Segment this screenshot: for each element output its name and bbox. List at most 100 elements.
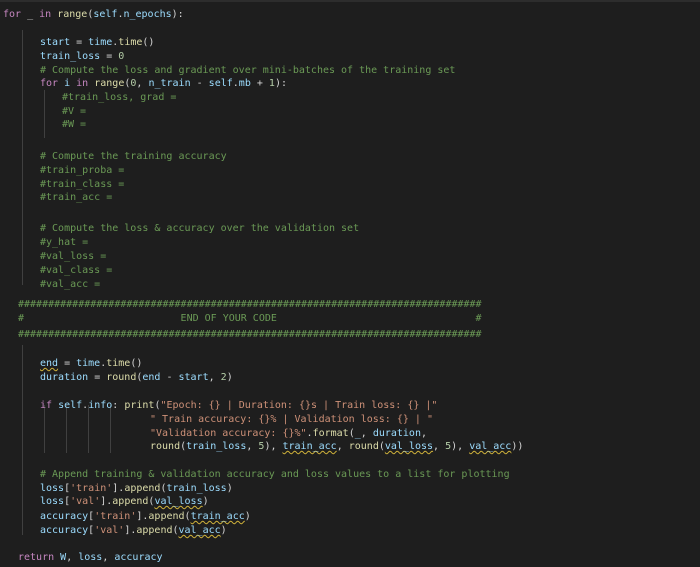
code-token: 'train' bbox=[70, 483, 113, 494]
code-line[interactable]: ########################################… bbox=[18, 298, 482, 312]
code-line[interactable]: "Validation accuracy: {}%".format(_, dur… bbox=[150, 427, 427, 441]
code-line[interactable]: if self.info: print("Epoch: {} | Duratio… bbox=[40, 399, 437, 413]
code-token: start bbox=[40, 37, 71, 48]
code-token: , bbox=[336, 441, 349, 452]
code-line[interactable]: accuracy['val'].append(val_acc) bbox=[40, 524, 227, 538]
code-line[interactable]: " Train accuracy: {}% | Validation loss:… bbox=[150, 413, 433, 427]
code-token: loss bbox=[40, 496, 65, 507]
code-token: train_acc bbox=[282, 441, 337, 452]
code-line[interactable]: #train_proba = bbox=[40, 164, 124, 178]
indent-guide bbox=[44, 90, 45, 138]
code-editor[interactable]: for _ in range(self.n_epochs):start = ti… bbox=[0, 0, 700, 567]
code-token: append bbox=[136, 525, 173, 536]
code-token: : bbox=[112, 400, 125, 411]
code-line[interactable]: ########################################… bbox=[18, 328, 482, 342]
code-token: n_train bbox=[148, 78, 191, 89]
code-token: _ bbox=[21, 9, 40, 20]
code-token: = bbox=[70, 37, 89, 48]
code-token: round bbox=[348, 441, 379, 452]
code-token: # Compute the training accuracy bbox=[40, 151, 227, 162]
code-token: start bbox=[178, 372, 209, 383]
code-token: append bbox=[148, 511, 185, 522]
code-token: accuracy bbox=[40, 525, 89, 536]
code-token: train_loss bbox=[166, 483, 227, 494]
editor-top-border bbox=[0, 0, 700, 2]
code-token: 'val' bbox=[70, 496, 101, 507]
code-token: duration bbox=[40, 372, 89, 383]
code-line[interactable]: #val_loss = bbox=[40, 250, 106, 264]
code-line[interactable]: accuracy['train'].append(train_acc) bbox=[40, 510, 251, 524]
code-line[interactable]: duration = round(end - start, 2) bbox=[40, 371, 233, 385]
code-line[interactable]: #train_class = bbox=[40, 178, 124, 192]
code-token: self bbox=[208, 78, 233, 89]
code-token: ): bbox=[171, 9, 184, 20]
code-token: () bbox=[130, 358, 143, 369]
code-token: time bbox=[118, 37, 143, 48]
code-token: in bbox=[76, 78, 89, 89]
code-token: " Train accuracy: {}% | Validation loss:… bbox=[150, 414, 433, 425]
code-token: ) bbox=[244, 511, 251, 522]
code-line[interactable]: # Append training & validation accuracy … bbox=[40, 468, 510, 482]
code-line[interactable]: #train_loss, grad = bbox=[62, 91, 176, 105]
code-token: info bbox=[88, 400, 113, 411]
code-line[interactable]: return W, loss, accuracy bbox=[18, 551, 163, 565]
code-line[interactable]: loss['val'].append(val_loss) bbox=[40, 495, 209, 509]
code-token: round bbox=[150, 441, 181, 452]
code-token: self bbox=[58, 400, 83, 411]
code-line[interactable]: #val_class = bbox=[40, 264, 112, 278]
code-line[interactable]: #train_acc = bbox=[40, 191, 112, 205]
code-token: , bbox=[246, 441, 259, 452]
indent-guide bbox=[22, 30, 23, 285]
code-token: ) bbox=[220, 525, 227, 536]
code-line[interactable]: # Compute the loss and gradient over min… bbox=[40, 64, 455, 78]
code-token: train_loss bbox=[40, 51, 101, 62]
code-line[interactable]: for i in range(0, n_train - self.mb + 1)… bbox=[40, 77, 287, 91]
code-token: ]. bbox=[136, 511, 149, 522]
code-token: end bbox=[40, 358, 59, 369]
code-line[interactable]: # END OF YOUR CODE # bbox=[18, 312, 482, 326]
code-line[interactable]: round(train_loss, 5), train_acc, round(v… bbox=[150, 440, 523, 454]
code-token: format bbox=[312, 428, 349, 439]
code-token: () bbox=[142, 37, 155, 48]
code-token: , bbox=[208, 372, 221, 383]
code-line[interactable]: start = time.time() bbox=[40, 36, 154, 50]
code-line[interactable]: #V = bbox=[62, 105, 86, 119]
code-token: ########################################… bbox=[18, 299, 482, 310]
code-token: val_loss bbox=[384, 441, 434, 452]
code-line[interactable]: #val_acc = bbox=[40, 278, 100, 292]
code-token: if bbox=[40, 400, 53, 411]
code-token: time bbox=[76, 358, 101, 369]
code-token: , bbox=[433, 441, 446, 452]
code-token: end bbox=[142, 372, 161, 383]
code-line[interactable]: # Compute the loss & accuracy over the v… bbox=[40, 222, 359, 236]
code-token: accuracy bbox=[114, 552, 163, 563]
code-token: = bbox=[88, 372, 107, 383]
code-token: , bbox=[420, 428, 428, 439]
code-token: ), bbox=[264, 441, 283, 452]
code-token: )) bbox=[511, 441, 524, 452]
code-token: 'train' bbox=[94, 511, 137, 522]
code-line[interactable]: loss['train'].append(train_loss) bbox=[40, 482, 233, 496]
code-token: time bbox=[88, 37, 113, 48]
code-token: ) bbox=[226, 372, 233, 383]
code-line[interactable]: train_loss = 0 bbox=[40, 50, 124, 64]
code-token: n_epochs bbox=[123, 9, 172, 20]
code-token: ) bbox=[202, 496, 209, 507]
code-token: ]. bbox=[112, 483, 125, 494]
code-line[interactable]: # Compute the training accuracy bbox=[40, 150, 227, 164]
code-token: ]. bbox=[100, 496, 113, 507]
code-line[interactable]: end = time.time() bbox=[40, 357, 142, 371]
code-line[interactable]: #W = bbox=[62, 118, 86, 132]
code-token: #train_acc = bbox=[40, 192, 113, 203]
code-token: - bbox=[160, 372, 179, 383]
code-token: 'val' bbox=[94, 525, 125, 536]
code-line[interactable]: #y_hat = bbox=[40, 236, 88, 250]
code-token: for bbox=[3, 9, 22, 20]
code-token: , bbox=[102, 552, 115, 563]
code-token: "Validation accuracy: {}%" bbox=[150, 428, 307, 439]
code-line[interactable]: for _ in range(self.n_epochs): bbox=[3, 8, 184, 22]
code-token: val_acc bbox=[178, 525, 221, 536]
code-token: = bbox=[100, 51, 119, 62]
code-token: for bbox=[40, 78, 59, 89]
code-token: mb bbox=[238, 78, 251, 89]
